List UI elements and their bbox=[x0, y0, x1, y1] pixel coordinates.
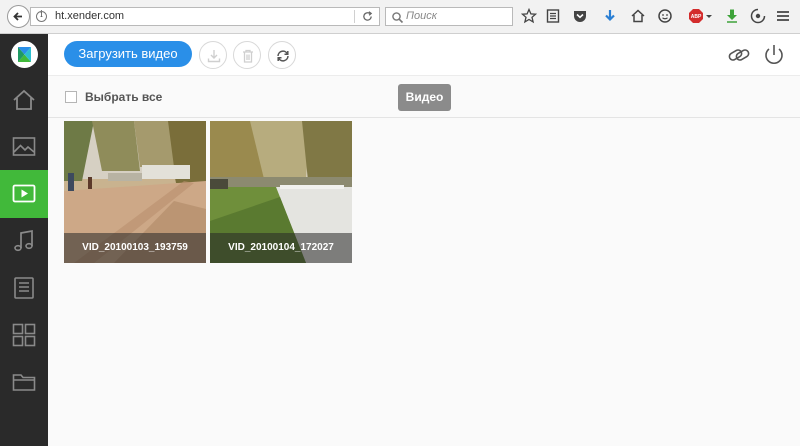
download-icon[interactable] bbox=[602, 8, 618, 24]
reading-list-icon[interactable] bbox=[545, 8, 561, 24]
sidebar-item-home[interactable] bbox=[0, 76, 48, 124]
browser-toolbar: ht.xender.com Поиск ABP bbox=[0, 0, 800, 34]
search-placeholder: Поиск bbox=[406, 10, 437, 22]
reload-icon[interactable] bbox=[362, 11, 373, 22]
download-button[interactable] bbox=[199, 41, 227, 69]
folder-icon bbox=[12, 374, 36, 391]
video-caption: VID_20100104_172027 bbox=[210, 233, 352, 263]
search-icon bbox=[392, 12, 404, 24]
video-caption: VID_20100103_193759 bbox=[64, 233, 206, 263]
menu-icon[interactable] bbox=[775, 8, 791, 24]
url-divider bbox=[354, 10, 355, 23]
music-note-icon bbox=[14, 229, 33, 252]
tab-video[interactable]: Видео bbox=[398, 84, 451, 111]
sidebar-item-files[interactable] bbox=[0, 358, 48, 406]
link-icon[interactable] bbox=[727, 43, 751, 67]
power-icon[interactable] bbox=[762, 43, 786, 67]
action-toolbar: Загрузить видео bbox=[48, 34, 800, 76]
download-icon bbox=[207, 50, 221, 63]
star-icon[interactable] bbox=[521, 8, 537, 24]
upload-video-button[interactable]: Загрузить видео bbox=[64, 41, 192, 67]
image-icon bbox=[12, 137, 36, 156]
address-bar[interactable]: ht.xender.com bbox=[30, 7, 380, 26]
play-icon bbox=[12, 184, 36, 203]
select-all-checkbox[interactable] bbox=[65, 91, 77, 103]
sidebar bbox=[0, 34, 48, 446]
delete-button[interactable] bbox=[233, 41, 261, 69]
green-download-icon[interactable] bbox=[724, 8, 740, 24]
refresh-icon bbox=[277, 50, 289, 62]
select-all-label[interactable]: Выбрать все bbox=[85, 90, 162, 104]
chevron-down-icon[interactable] bbox=[705, 8, 713, 24]
adblock-icon[interactable]: ABP bbox=[688, 8, 704, 24]
back-arrow-icon bbox=[13, 12, 22, 21]
home-icon bbox=[13, 89, 35, 110]
xender-logo-icon bbox=[18, 47, 31, 62]
chat-icon[interactable] bbox=[657, 8, 673, 24]
refresh-button[interactable] bbox=[268, 41, 296, 69]
xender-logo[interactable] bbox=[11, 41, 38, 68]
video-thumbnail[interactable]: VID_20100103_193759 bbox=[64, 121, 206, 263]
back-button[interactable] bbox=[7, 5, 30, 28]
sync-icon[interactable] bbox=[750, 8, 766, 24]
svg-text:ABP: ABP bbox=[691, 14, 702, 20]
sidebar-item-photos[interactable] bbox=[0, 123, 48, 171]
search-input[interactable]: Поиск bbox=[385, 7, 513, 26]
video-thumbnail[interactable]: VID_20100104_172027 bbox=[210, 121, 352, 263]
pocket-icon[interactable] bbox=[572, 8, 588, 24]
home-icon[interactable] bbox=[630, 8, 646, 24]
sidebar-item-music[interactable] bbox=[0, 217, 48, 265]
url-text: ht.xender.com bbox=[55, 10, 125, 22]
main-content: Загрузить видео Выбрать все Видео VID_20… bbox=[48, 34, 800, 446]
selection-bar: Выбрать все Видео bbox=[48, 76, 800, 118]
info-icon[interactable] bbox=[36, 10, 47, 22]
document-icon bbox=[14, 277, 34, 299]
sidebar-item-documents[interactable] bbox=[0, 264, 48, 312]
sidebar-item-videos[interactable] bbox=[0, 170, 48, 218]
grid-icon bbox=[12, 323, 36, 347]
trash-icon bbox=[243, 49, 253, 63]
sidebar-item-apps[interactable] bbox=[0, 311, 48, 359]
